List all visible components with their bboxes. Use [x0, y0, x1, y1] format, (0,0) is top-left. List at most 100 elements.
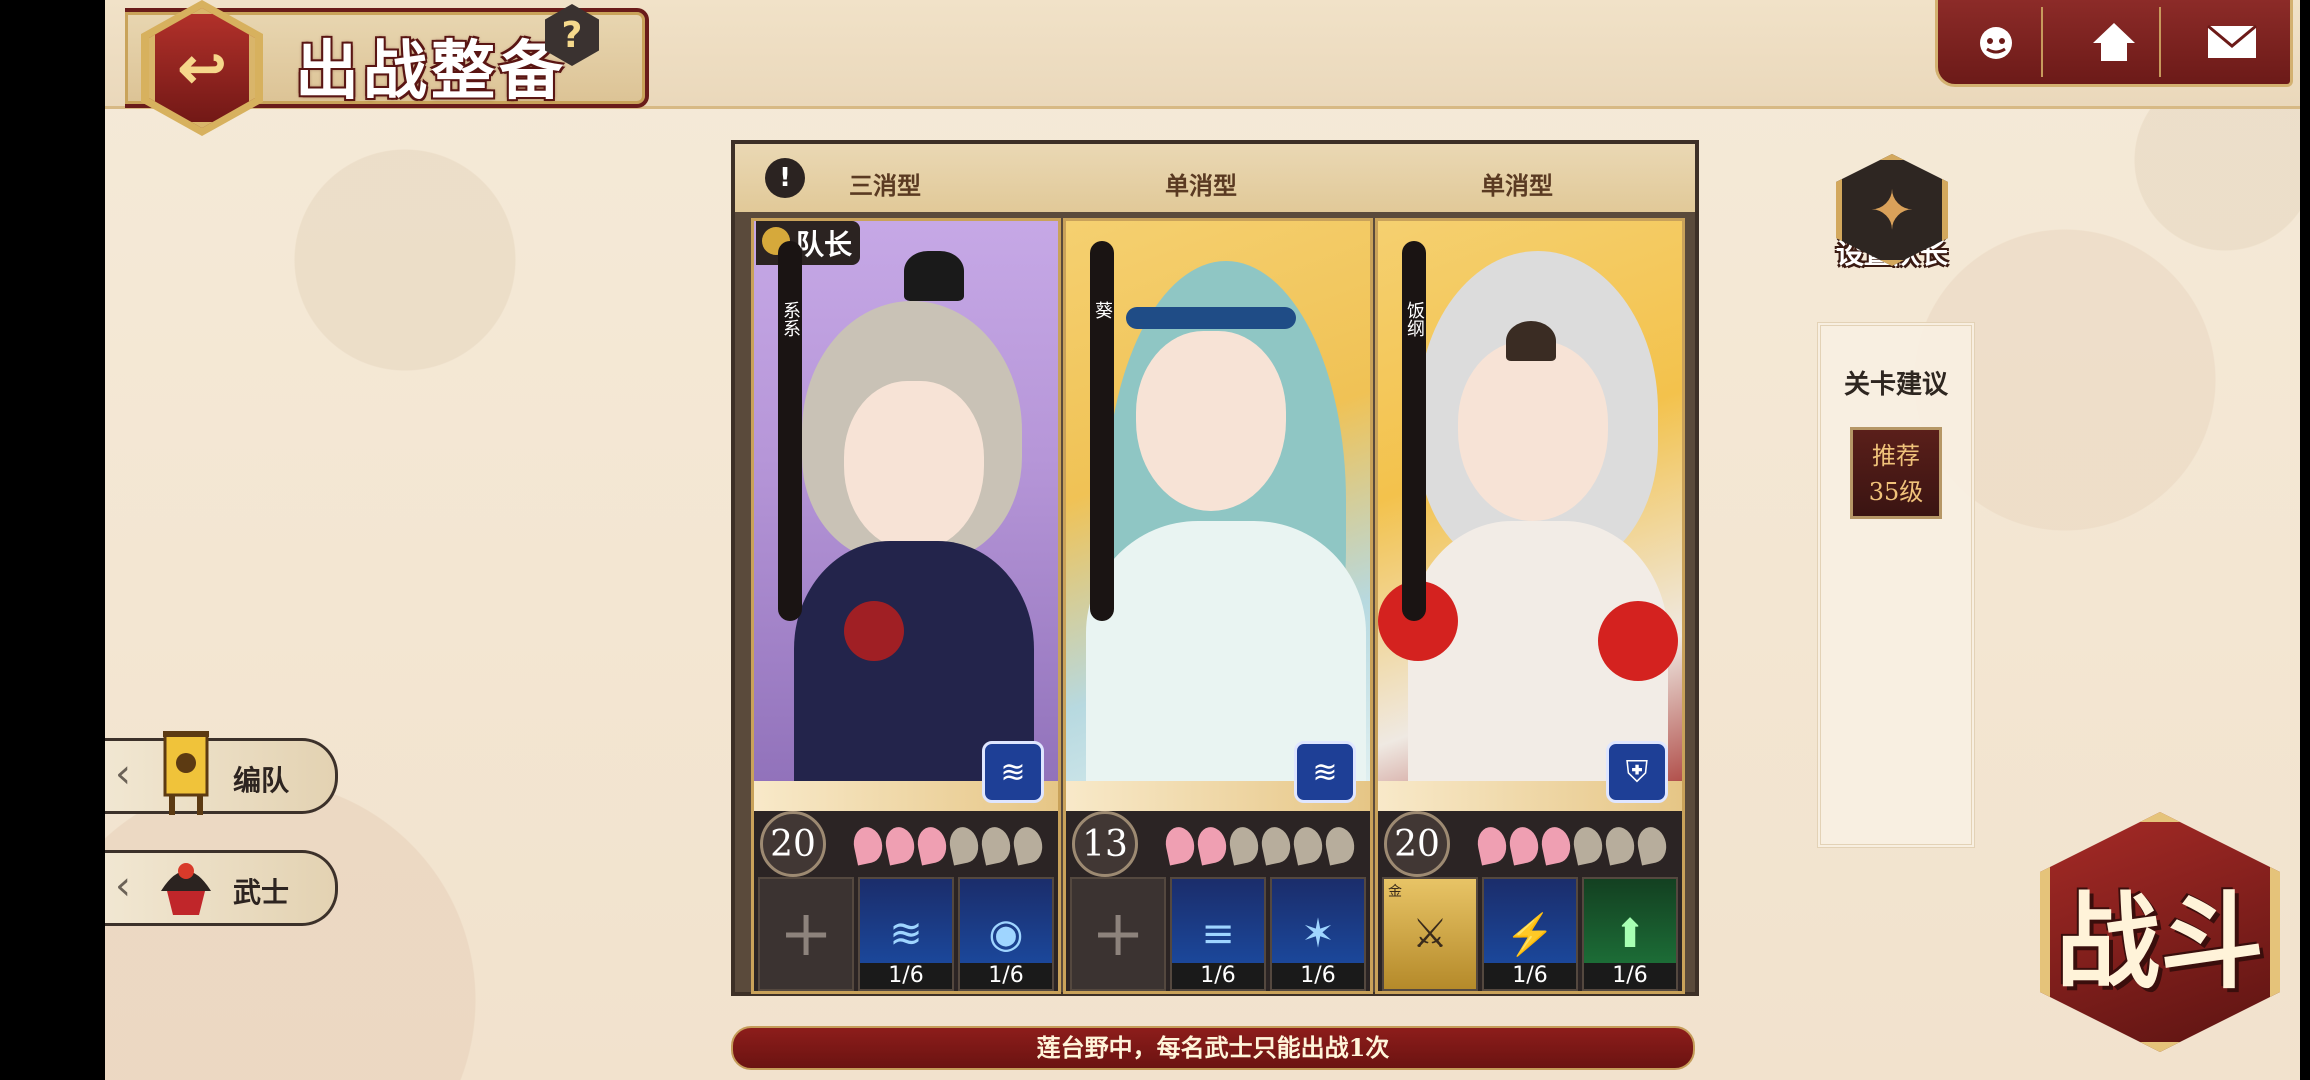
card-bottom-3: 20 ⚔ 金 ⚡ 1/6 ⬆ 1/6 [1378, 811, 1682, 991]
mail-button[interactable] [2187, 7, 2277, 77]
recommend-level: 35级 [1868, 478, 1924, 506]
stage-advice-panel: 关卡建议 推荐 35级 [1817, 322, 1975, 848]
stage-advice-title: 关卡建议 [1843, 370, 1948, 400]
petal-empty [1322, 824, 1358, 866]
petal-empty [1010, 824, 1046, 866]
petal-empty [1290, 824, 1326, 866]
home-icon [2093, 23, 2135, 61]
back-arrow-icon: ↩ [177, 36, 227, 101]
samurai-helmet-icon [161, 863, 211, 915]
game-screen: 出战整备 ↩ ? ! 三消型 单消型 单消型 队长 系系 ≋ 20 + ≋ 1/… [105, 0, 2300, 1080]
alert-icon[interactable]: ! [765, 158, 805, 198]
petal-empty [1570, 824, 1606, 866]
formation-button[interactable]: ‹ 编队 [105, 731, 338, 815]
level-badge-2: 13 [1072, 811, 1138, 877]
samurai-name-bar-2: 葵 [1090, 241, 1114, 621]
rarity-tag: 金 [1388, 884, 1402, 900]
card-type-label-2: 单消型 [1165, 171, 1237, 200]
star-petals-3 [1474, 824, 1670, 866]
skill-slots-1: + ≋ 1/6 ◉ 1/6 [754, 877, 1058, 991]
petal-filled [1538, 824, 1574, 866]
petal-filled [914, 824, 950, 866]
skill-count: 1/6 [1584, 963, 1676, 989]
skill-count: 1/6 [960, 963, 1052, 989]
face-icon [1980, 27, 2012, 59]
claw-element-icon: ≋ [1294, 741, 1356, 803]
skill-slot[interactable]: ≋ 1/6 [858, 877, 954, 991]
petal-filled [850, 824, 886, 866]
recommended-level-badge: 推荐 35级 [1850, 427, 1942, 519]
petal-empty [978, 824, 1014, 866]
star-petals-2 [1162, 824, 1358, 866]
samurai-name-bar-3: 饭纲 [1402, 241, 1426, 621]
skill-icon: ✶ [1301, 911, 1335, 957]
samurai-card-1[interactable]: 队长 系系 ≋ 20 + ≋ 1/6 ◉ 1/6 [751, 218, 1061, 994]
skill-count: 1/6 [1484, 963, 1576, 989]
plus-icon: + [779, 897, 833, 971]
card-type-label-1: 三消型 [849, 171, 921, 200]
card-type-label-3: 单消型 [1481, 171, 1553, 200]
battle-button[interactable]: 战斗 [2040, 812, 2280, 1052]
plus-icon: + [1091, 897, 1145, 971]
character-face-button[interactable] [1951, 7, 2043, 77]
samurai-button[interactable]: ‹ 武士 [105, 850, 338, 926]
skill-slot[interactable]: ◉ 1/6 [958, 877, 1054, 991]
skill-slot[interactable]: ≡ 1/6 [1170, 877, 1266, 991]
home-button[interactable] [2069, 7, 2161, 77]
skill-icon: ⚡ [1505, 911, 1555, 958]
skill-slot[interactable]: ✶ 1/6 [1270, 877, 1366, 991]
spear-icon: ⚔ [1412, 911, 1448, 957]
skill-slots-2: + ≡ 1/6 ✶ 1/6 [1066, 877, 1370, 991]
samurai-name-3: 饭纲 [1404, 301, 1425, 337]
fan-icon: ✦ [1869, 178, 1915, 242]
skill-slot[interactable]: ⬆ 1/6 [1582, 877, 1678, 991]
samurai-card-2[interactable]: 葵 ≋ 13 + ≡ 1/6 ✶ 1/6 [1063, 218, 1373, 994]
petal-filled [1162, 824, 1198, 866]
card-bottom-1: 20 + ≋ 1/6 ◉ 1/6 [754, 811, 1058, 991]
shield-element-icon: ⛨ [1606, 741, 1668, 803]
chevron-left-icon: ‹ [115, 751, 131, 797]
captain-tag: 队长 [756, 221, 861, 265]
samurai-name-1: 系系 [780, 301, 801, 337]
skill-slots-3: ⚔ 金 ⚡ 1/6 ⬆ 1/6 [1378, 877, 1682, 991]
level-badge-3: 20 [1384, 811, 1450, 877]
petal-empty [1258, 824, 1294, 866]
stage-rule-banner: 莲台野中，每名武士只能出战1次 [731, 1026, 1695, 1070]
skill-count: 1/6 [1172, 963, 1264, 989]
claw-element-icon: ≋ [982, 741, 1044, 803]
skill-count: 1/6 [1272, 963, 1364, 989]
petal-empty [1602, 824, 1638, 866]
add-equipment-slot[interactable]: + [1070, 877, 1166, 991]
petal-empty [1634, 824, 1670, 866]
page-title: 出战整备 [295, 34, 567, 109]
set-captain-button[interactable]: ✦ 设置队长 [1827, 154, 1957, 286]
samurai-label: 武士 [233, 876, 290, 909]
skill-icon: ≋ [889, 911, 923, 957]
samurai-name-bar-1: 系系 [778, 241, 802, 621]
samurai-card-3[interactable]: 饭纲 ⛨ 20 ⚔ 金 ⚡ 1/6 ⬆ 1/6 [1375, 218, 1685, 994]
petal-filled [1194, 824, 1230, 866]
add-equipment-slot[interactable]: + [758, 877, 854, 991]
recommend-label: 推荐 [1872, 442, 1920, 470]
equipment-slot[interactable]: ⚔ 金 [1382, 877, 1478, 991]
top-right-menu [1935, 0, 2293, 87]
petal-empty [1226, 824, 1262, 866]
petal-filled [1506, 824, 1542, 866]
petal-filled [1474, 824, 1510, 866]
banner-icon [163, 731, 209, 815]
petal-empty [946, 824, 982, 866]
skill-icon: ≡ [1201, 911, 1235, 957]
mail-icon [2207, 24, 2257, 58]
chevron-left-icon: ‹ [115, 863, 131, 909]
card-bottom-2: 13 + ≡ 1/6 ✶ 1/6 [1066, 811, 1370, 991]
help-icon: ? [561, 14, 583, 56]
team-panel: ! 三消型 单消型 单消型 队长 系系 ≋ 20 + ≋ 1/6 ◉ 1/6 葵… [731, 140, 1699, 996]
formation-label: 编队 [233, 764, 290, 797]
skill-count: 1/6 [860, 963, 952, 989]
team-panel-header: ! 三消型 单消型 单消型 [735, 144, 1695, 212]
level-badge-1: 20 [760, 811, 826, 877]
battle-label: 战斗 [2055, 879, 2264, 1003]
skill-slot[interactable]: ⚡ 1/6 [1482, 877, 1578, 991]
skill-icon: ⬆ [1613, 911, 1647, 957]
petal-filled [882, 824, 918, 866]
